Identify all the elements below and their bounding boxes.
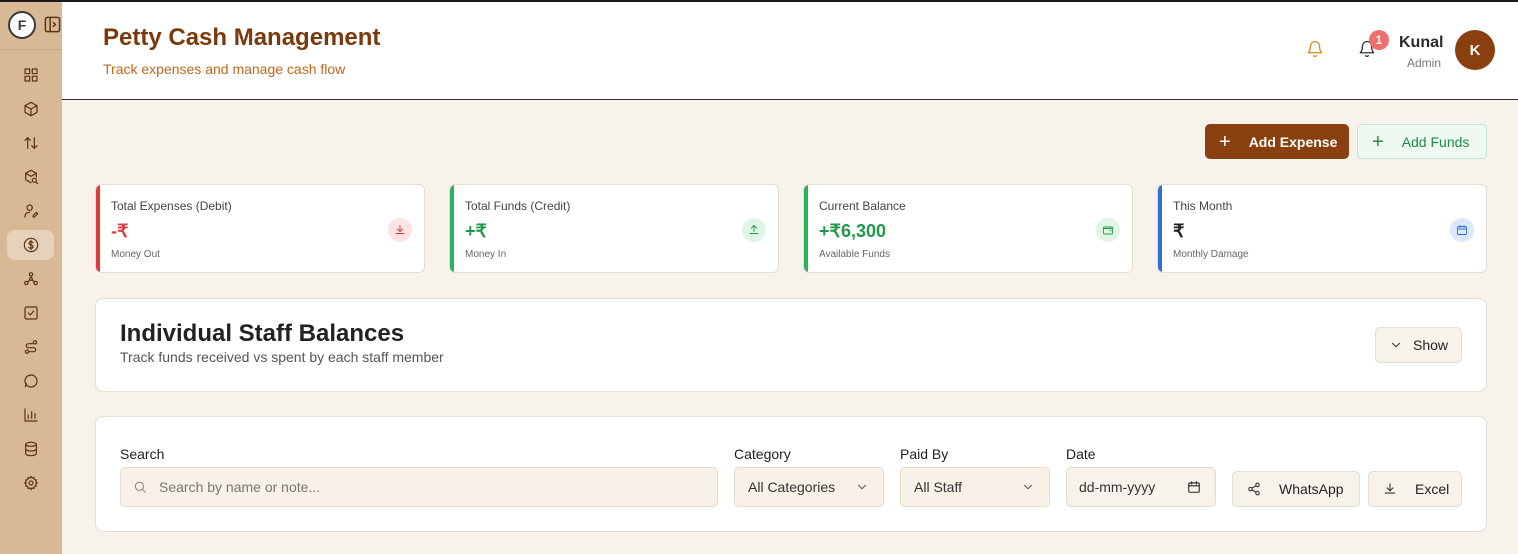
avatar[interactable]: K [1455,30,1495,70]
user-edit-icon [23,204,38,218]
calendar-icon [1450,218,1474,242]
database-icon [24,441,37,457]
bar-chart-icon [23,408,38,422]
wallet-icon [1096,218,1120,242]
add-funds-button[interactable]: + Add Funds [1357,124,1487,159]
show-staff-balances-button[interactable]: Show [1375,327,1462,363]
search-label: Search [120,446,165,462]
network-icon [23,272,38,286]
search-placeholder: Search by name or note... [159,479,321,495]
total-funds-card: Total Funds (Credit) +₹ Money In [449,184,779,273]
staff-balances-panel: Individual Staff Balances Track funds re… [95,298,1487,392]
card-value: +₹6,300 [819,221,887,241]
card-accent [1158,185,1162,272]
card-accent [96,185,100,272]
show-label: Show [1412,337,1449,353]
transfer-icon [23,137,38,149]
page-title: Petty Cash Management [103,24,381,51]
paid-by-label: Paid By [900,446,949,462]
whatsapp-share-button[interactable]: WhatsApp [1232,471,1360,507]
notification-count-badge: 1 [1369,30,1389,50]
bell-icon[interactable] [1306,40,1324,58]
add-expense-label: Add Expense [1248,133,1338,150]
add-expense-button[interactable]: + Add Expense [1205,124,1349,159]
card-label: Total Expenses (Debit) [111,199,232,213]
sidebar-collapse-icon[interactable] [44,16,61,33]
paid-by-select[interactable]: All Staff [900,467,1050,507]
sidebar-item-tasks[interactable] [7,298,54,328]
sidebar-item-reports[interactable] [7,400,54,430]
settings-icon [23,475,38,491]
sidebar-item-packages[interactable] [7,162,54,192]
sidebar-item-routes[interactable] [7,332,54,362]
user-role: Admin [1407,56,1442,70]
share-icon [1248,482,1260,496]
route-icon [24,340,37,354]
excel-export-button[interactable]: Excel [1368,471,1462,507]
date-input[interactable]: dd-mm-yyyy [1066,467,1216,507]
add-funds-label: Add Funds [1401,133,1470,150]
category-select[interactable]: All Categories [734,467,884,507]
sidebar-item-settings[interactable] [7,468,54,498]
sidebar-item-inventory[interactable] [7,94,54,124]
date-label: Date [1066,446,1096,462]
chat-icon [23,374,38,388]
card-label: Total Funds (Credit) [465,199,571,213]
dashboard-icon [23,68,38,82]
page-subtitle: Track expenses and manage cash flow [103,61,346,77]
upload-icon [742,218,766,242]
whatsapp-label: WhatsApp [1279,481,1344,497]
current-balance-card: Current Balance +₹6,300 Available Funds [803,184,1133,273]
excel-label: Excel [1415,481,1450,497]
sidebar-item-network[interactable] [7,264,54,294]
chevron-down-icon [1391,342,1401,348]
card-accent [450,185,454,272]
chevron-down-icon [1023,484,1033,490]
card-sub: Monthly Damage [1173,249,1249,260]
card-value: -₹ [111,221,129,241]
sidebar-item-database[interactable] [7,434,54,464]
card-value: +₹ [465,221,487,241]
download-icon [1384,483,1396,494]
sidebar-item-messages[interactable] [7,366,54,396]
card-sub: Money Out [111,249,160,260]
box-icon [23,101,38,117]
staff-balances-title: Individual Staff Balances [120,320,405,347]
top-border [0,0,1518,2]
app-logo[interactable]: F [8,11,36,39]
plus-icon: + [1219,130,1231,153]
search-icon [134,481,146,493]
card-accent [804,185,808,272]
sidebar-item-petty-cash[interactable] [7,230,54,260]
date-placeholder: dd-mm-yyyy [1079,479,1156,495]
package-search-icon [24,169,38,185]
plus-icon: + [1372,130,1384,153]
checkbox-icon [23,306,38,320]
total-expenses-card: Total Expenses (Debit) -₹ Money Out [95,184,425,273]
card-sub: Money In [465,249,507,260]
card-sub: Available Funds [819,249,890,260]
calendar-icon[interactable] [1187,480,1201,494]
filters-panel: Search Search by name or note... Categor… [95,416,1487,532]
category-label: Category [734,446,791,462]
card-value: ₹ [1173,221,1185,241]
sidebar-item-users[interactable] [7,196,54,226]
page-header: Petty Cash Management Track expenses and… [62,2,1518,100]
staff-balances-subtitle: Track funds received vs spent by each st… [120,349,444,365]
this-month-card: This Month ₹ Monthly Damage [1157,184,1487,273]
chevron-down-icon [857,484,867,490]
category-value: All Categories [748,479,836,495]
sidebar-header: F [0,2,62,50]
card-label: This Month [1173,199,1233,213]
sidebar-item-dashboard[interactable] [7,60,54,90]
card-label: Current Balance [819,199,906,213]
paid-by-value: All Staff [914,479,962,495]
dollar-icon [23,237,38,253]
search-input[interactable]: Search by name or note... [120,467,718,507]
download-icon [388,218,412,242]
sidebar: F [0,2,62,554]
sidebar-item-transactions[interactable] [7,128,54,158]
user-name: Kunal [1399,34,1444,51]
